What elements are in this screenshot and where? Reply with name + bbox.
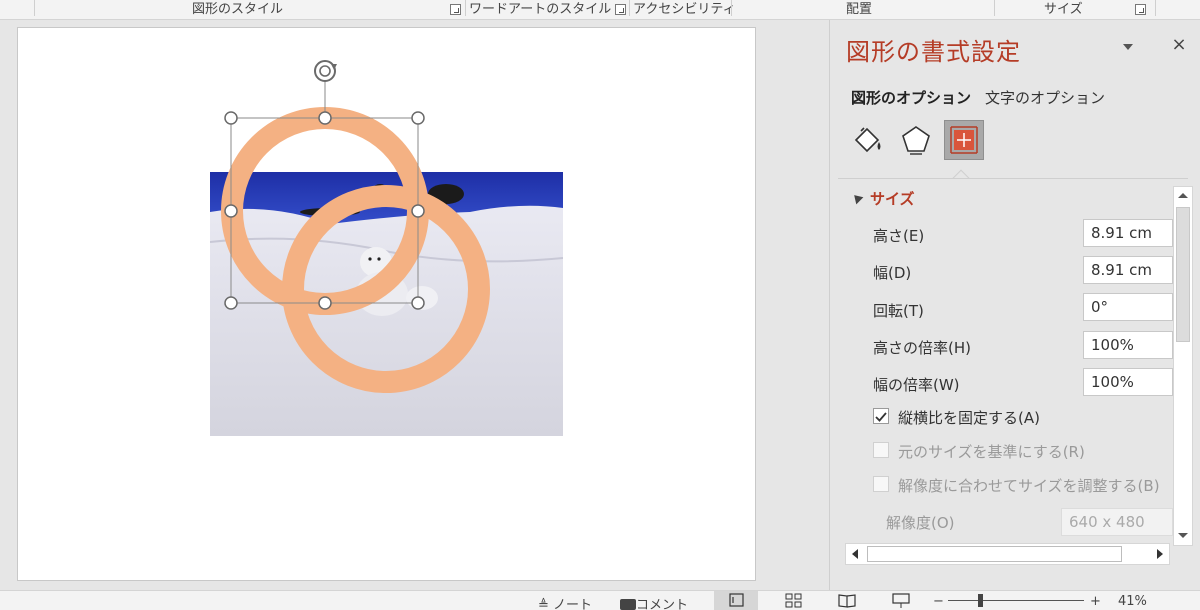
resolution-label: 解像度(O): [886, 514, 955, 532]
rotation-input[interactable]: 0°: [1083, 293, 1173, 321]
effects-pentagon-icon[interactable]: [896, 120, 936, 160]
ribbon-separator: [34, 0, 35, 16]
scale-width-label: 幅の倍率(W): [873, 376, 960, 394]
view-reading-button[interactable]: [826, 591, 870, 610]
snow-photo[interactable]: [210, 172, 563, 436]
view-normal-button[interactable]: [714, 591, 758, 610]
ribbon-separator: [994, 0, 995, 16]
size-properties-icon[interactable]: [944, 120, 984, 160]
pane-close-icon[interactable]: ×: [1170, 36, 1188, 54]
zoom-slider-track[interactable]: [948, 600, 1084, 601]
horizontal-scroll-thumb[interactable]: [867, 546, 1122, 562]
resize-handle-ne[interactable]: [411, 111, 425, 125]
scroll-left-arrow-icon[interactable]: [846, 544, 866, 564]
pane-divider: [838, 178, 1188, 179]
lock-aspect-label: 縦横比を固定する(A): [898, 409, 1040, 427]
relative-original-label: 元のサイズを基準にする(R): [898, 443, 1085, 461]
group-shape-styles: 図形のスタイル: [192, 2, 284, 17]
scale-width-input[interactable]: 100%: [1083, 368, 1173, 396]
comments-label: コメント: [636, 598, 689, 610]
group-wordart-styles: ワードアートのスタイル: [469, 2, 612, 17]
pane-title: 図形の書式設定: [846, 38, 1021, 66]
slideshow-icon: [892, 593, 910, 608]
zoom-level[interactable]: 41%: [1118, 594, 1147, 609]
collapse-triangle-icon: [850, 191, 864, 205]
pane-horizontal-scrollbar[interactable]: [845, 543, 1170, 565]
status-bar: ≜ ノート コメント − + 41%: [0, 590, 1200, 610]
width-input[interactable]: 8.91 cm: [1083, 256, 1173, 284]
ribbon-separator: [1155, 0, 1156, 16]
slide-workspace: [0, 20, 828, 590]
scale-height-input[interactable]: 100%: [1083, 331, 1173, 359]
snow-photo-image: [210, 172, 563, 436]
resize-handle-e[interactable]: [411, 204, 425, 218]
resize-handle-se[interactable]: [411, 296, 425, 310]
resize-handle-s[interactable]: [318, 296, 332, 310]
scroll-up-arrow-icon[interactable]: [1174, 187, 1192, 205]
comment-icon: [620, 599, 636, 610]
view-slide-sorter-button[interactable]: [772, 591, 816, 610]
zoom-slider-thumb[interactable]: [978, 594, 983, 607]
tab-text-options[interactable]: 文字のオプション: [985, 87, 1105, 108]
zoom-out-button[interactable]: −: [933, 594, 944, 609]
size-launcher-icon[interactable]: [1135, 4, 1146, 15]
shape-styles-launcher-icon[interactable]: [450, 4, 461, 15]
scale-height-label: 高さの倍率(H): [873, 339, 971, 357]
notes-label: ノート: [553, 598, 593, 610]
section-size-header[interactable]: サイズ: [850, 188, 915, 209]
lock-aspect-checkbox[interactable]: [873, 408, 889, 424]
relative-original-checkbox[interactable]: [873, 442, 889, 458]
pane-vertical-scrollbar[interactable]: [1173, 186, 1193, 546]
notes-icon: ≜: [538, 598, 549, 610]
group-accessibility: アクセシビリティ: [633, 2, 736, 17]
ribbon-separator: [731, 0, 732, 16]
slide-canvas[interactable]: [17, 27, 756, 581]
resolution-input[interactable]: 640 x 480: [1061, 508, 1173, 536]
reading-view-icon: [838, 594, 856, 608]
tab-shape-options[interactable]: 図形のオプション: [851, 87, 971, 108]
notes-button[interactable]: ≜ ノート: [538, 594, 592, 610]
checkmark-icon: [875, 412, 887, 422]
format-shape-pane: 図形の書式設定 × 図形のオプション 文字のオプション サイズ 高さ(E) 8.…: [829, 20, 1200, 590]
resize-handle-nw[interactable]: [224, 111, 238, 125]
group-arrange: 配置: [846, 2, 873, 17]
section-size-title: サイズ: [870, 190, 915, 208]
resize-handle-n[interactable]: [318, 111, 332, 125]
pane-options-chevron-down-icon[interactable]: [1120, 38, 1136, 54]
powerpoint-window: 図形のスタイル ワードアートのスタイル アクセシビリティ 配置 サイズ 図形の書…: [0, 0, 1200, 610]
ribbon-separator: [629, 0, 630, 16]
best-scale-label: 解像度に合わせてサイズを調整する(B): [898, 477, 1160, 495]
wordart-styles-launcher-icon[interactable]: [615, 4, 626, 15]
resize-handle-w[interactable]: [224, 204, 238, 218]
fill-line-bucket-icon[interactable]: [848, 120, 888, 160]
normal-view-icon: [729, 593, 744, 607]
resize-handle-sw[interactable]: [224, 296, 238, 310]
group-size: サイズ: [1044, 2, 1083, 17]
scroll-down-arrow-icon[interactable]: [1174, 527, 1192, 545]
width-label: 幅(D): [873, 264, 912, 282]
slide-sorter-icon: [785, 593, 802, 608]
height-input[interactable]: 8.91 cm: [1083, 219, 1173, 247]
ribbon-separator: [465, 0, 466, 16]
zoom-in-button[interactable]: +: [1090, 594, 1101, 609]
rotation-label: 回転(T): [873, 302, 924, 320]
height-label: 高さ(E): [873, 227, 925, 245]
comments-button[interactable]: コメント: [620, 594, 688, 610]
scroll-right-arrow-icon[interactable]: [1149, 544, 1169, 564]
ribbon-group-labels: 図形のスタイル ワードアートのスタイル アクセシビリティ 配置 サイズ: [0, 0, 1200, 20]
view-slideshow-button[interactable]: [880, 591, 924, 610]
best-scale-checkbox[interactable]: [873, 476, 889, 492]
vertical-scroll-thumb[interactable]: [1176, 207, 1190, 342]
